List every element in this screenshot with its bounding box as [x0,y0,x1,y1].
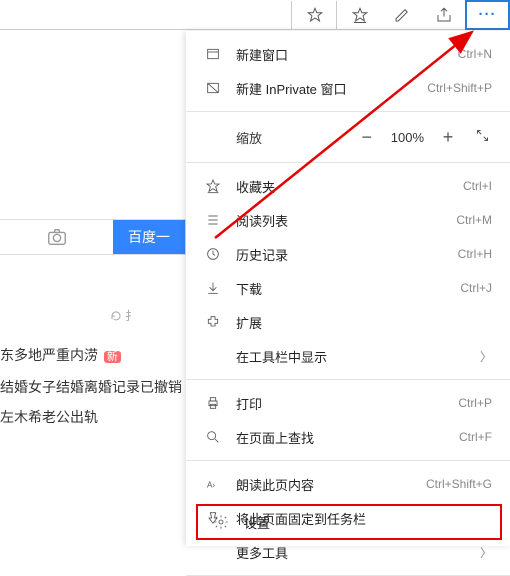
search-button[interactable]: 百度一 [113,220,185,254]
menu-label: 设置 [244,513,500,532]
page-background [0,31,186,546]
menu-divider [186,162,510,163]
list-item[interactable]: 结婚女子结婚离婚记录已撤销 [0,372,182,402]
menu-downloads[interactable]: 下载 Ctrl+J [186,271,510,305]
menu-read-aloud[interactable]: A› 朗读此页内容 Ctrl+Shift+G [186,467,510,501]
toolbar-divider [336,1,337,29]
refresh-indicator[interactable]: 扌 [110,307,137,324]
shortcut: Ctrl+M [456,213,492,227]
list-item[interactable]: 左木希老公出轨 [0,402,182,432]
menu-divider [186,111,510,112]
menu-new-inprivate[interactable]: 新建 InPrivate 窗口 Ctrl+Shift+P [186,71,510,105]
menu-zoom: 缩放 − 100% + [186,118,510,156]
menu-label: 下载 [236,279,460,298]
menu-label: 朗读此页内容 [236,475,426,494]
menu-label: 缩放 [236,128,357,147]
menu-label: 更多工具 [236,543,474,562]
menu-label: 在工具栏中显示 [236,347,474,366]
browser-toolbar: ··· [0,0,510,30]
toolbar-divider [291,1,292,29]
menu-label: 新建 InPrivate 窗口 [236,79,427,98]
menu-show-in-toolbar[interactable]: 在工具栏中显示 〉 [186,339,510,373]
download-icon [202,280,224,296]
favorites-hub-icon[interactable] [339,1,381,29]
menu-label: 收藏夹 [236,177,463,196]
ellipsis-icon: ··· [479,6,497,23]
menu-divider [186,379,510,380]
menu-label: 打印 [236,394,458,413]
menu-label: 在页面上查找 [236,428,459,447]
extensions-icon [202,314,224,330]
read-aloud-icon: A› [202,476,224,492]
zoom-value: 100% [391,130,424,145]
favorite-star-icon[interactable] [294,1,336,29]
menu-favorites[interactable]: 收藏夹 Ctrl+I [186,169,510,203]
reading-list-icon [202,212,224,228]
menu-label: 阅读列表 [236,211,456,230]
menu-divider [186,460,510,461]
search-icon [202,429,224,445]
share-icon[interactable] [423,1,465,29]
inprivate-icon [202,80,224,96]
more-menu-button[interactable]: ··· [465,0,510,30]
shortcut: Ctrl+F [459,430,492,444]
chevron-right-icon: 〉 [480,544,492,561]
camera-icon[interactable] [0,220,113,254]
overflow-menu: 新建窗口 Ctrl+N 新建 InPrivate 窗口 Ctrl+Shift+P… [186,31,510,546]
gear-icon [210,514,232,530]
shortcut: Ctrl+P [458,396,492,410]
print-icon [202,395,224,411]
shortcut: Ctrl+N [458,47,492,61]
shortcut: Ctrl+I [463,179,492,193]
menu-new-window[interactable]: 新建窗口 Ctrl+N [186,37,510,71]
fullscreen-icon[interactable] [472,127,492,148]
shortcut: Ctrl+Shift+G [426,477,492,491]
svg-text:A›: A› [207,480,215,489]
history-icon [202,246,224,262]
menu-label: 历史记录 [236,245,458,264]
list-item[interactable]: 东多地严重内涝 新 [0,340,182,372]
menu-find[interactable]: 在页面上查找 Ctrl+F [186,420,510,454]
news-list: 东多地严重内涝 新 结婚女子结婚离婚记录已撤销 左木希老公出轨 [0,340,182,432]
menu-settings[interactable]: 设置 [196,504,502,540]
shortcut: Ctrl+Shift+P [427,81,492,95]
zoom-in-button[interactable]: + [438,127,458,148]
refresh-text: 扌 [125,307,137,324]
menu-history[interactable]: 历史记录 Ctrl+H [186,237,510,271]
window-icon [202,46,224,62]
menu-label: 扩展 [236,313,492,332]
shortcut: Ctrl+H [458,247,492,261]
search-bar: 百度一 [0,219,186,255]
menu-extensions[interactable]: 扩展 [186,305,510,339]
shortcut: Ctrl+J [460,281,492,295]
menu-reading-list[interactable]: 阅读列表 Ctrl+M [186,203,510,237]
menu-more-tools[interactable]: 更多工具 〉 [186,535,510,569]
pen-icon[interactable] [381,1,423,29]
zoom-out-button[interactable]: − [357,127,377,148]
menu-print[interactable]: 打印 Ctrl+P [186,386,510,420]
star-icon [202,178,224,194]
menu-label: 新建窗口 [236,45,458,64]
chevron-right-icon: 〉 [480,348,492,365]
new-badge: 新 [104,351,121,363]
